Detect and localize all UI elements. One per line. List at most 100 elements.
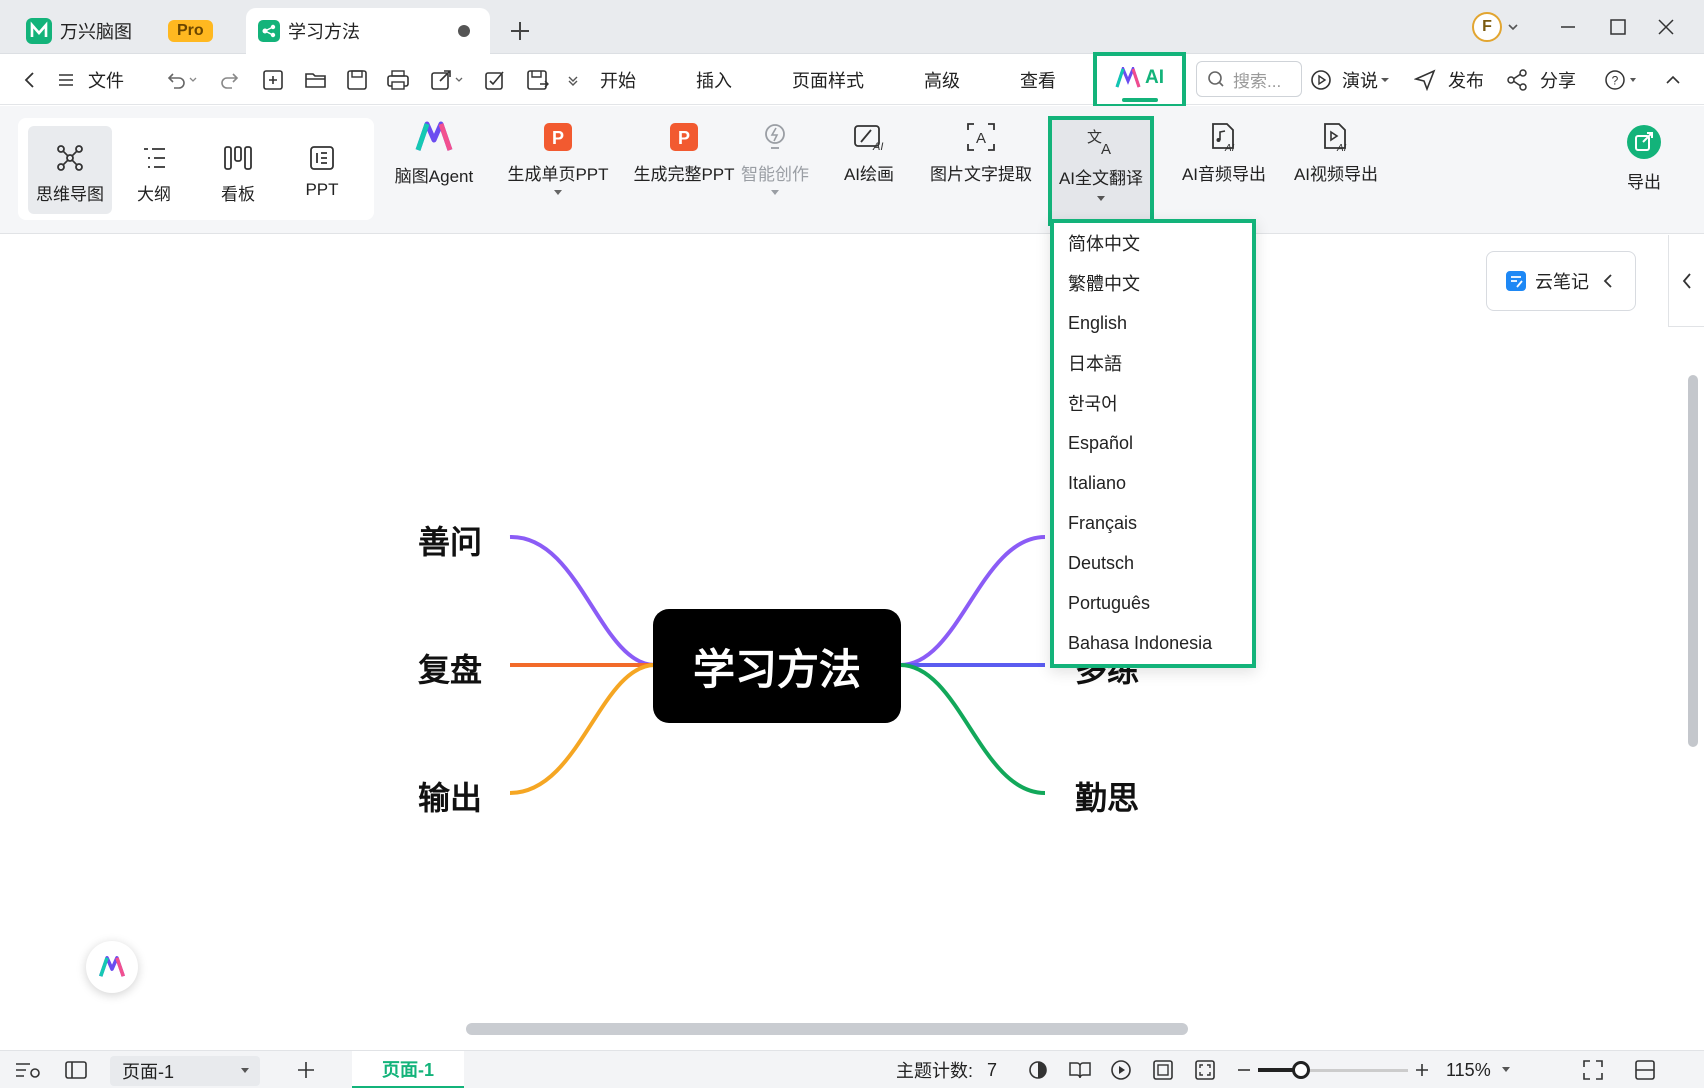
send-icon xyxy=(1414,69,1436,91)
theme-button[interactable] xyxy=(1028,1051,1048,1088)
page-panel-button[interactable] xyxy=(64,1051,88,1088)
view-mindmap-button[interactable]: 思维导图 xyxy=(28,126,112,214)
collapse-ribbon-button[interactable] xyxy=(1664,55,1682,105)
tab-insert[interactable]: 插入 xyxy=(696,55,732,105)
export-menu-button[interactable] xyxy=(430,55,466,105)
agent-logo-icon xyxy=(415,121,453,151)
page-select-value: 页面-1 xyxy=(122,1062,175,1082)
zoom-slider-thumb[interactable] xyxy=(1292,1061,1310,1079)
tab-advanced[interactable]: 高级 xyxy=(924,55,960,105)
single-ppt-label: 生成单页PPT xyxy=(507,165,609,184)
view-kanban-label: 看板 xyxy=(221,185,255,204)
tab-page-style[interactable]: 页面样式 xyxy=(792,55,864,105)
floating-agent-button[interactable] xyxy=(86,941,138,993)
zoom-level-select[interactable]: 115% xyxy=(1446,1051,1511,1088)
location-list-button[interactable] xyxy=(14,1051,42,1088)
save-as-button[interactable] xyxy=(526,55,550,105)
unsaved-dot-icon[interactable] xyxy=(458,25,470,37)
pro-badge[interactable]: Pro xyxy=(168,20,213,42)
mindmap-canvas[interactable]: 学习方法 善问 复盘 输出 多练 勤思 云笔记 xyxy=(0,235,1704,1050)
fit-page-button[interactable] xyxy=(1152,1051,1174,1088)
slideshow-button[interactable] xyxy=(1110,1051,1132,1088)
language-option[interactable]: English xyxy=(1054,303,1252,343)
view-outline-button[interactable]: 大纲 xyxy=(114,144,194,205)
language-option[interactable]: Deutsch xyxy=(1054,543,1252,583)
vertical-scrollbar[interactable] xyxy=(1688,375,1698,747)
share-button[interactable]: 分享 xyxy=(1506,55,1576,105)
back-button[interactable] xyxy=(20,55,40,105)
undo-button[interactable] xyxy=(164,55,198,105)
translate-button[interactable]: 文A AI全文翻译 xyxy=(1048,116,1154,226)
page-tab[interactable]: 页面-1 xyxy=(352,1051,464,1088)
tab-view[interactable]: 查看 xyxy=(1020,55,1056,105)
search-input[interactable]: 搜索... xyxy=(1196,61,1302,97)
collapse-panel-button[interactable] xyxy=(1634,1051,1656,1088)
fullscreen-button[interactable] xyxy=(1582,1051,1604,1088)
view-kanban-button[interactable]: 看板 xyxy=(198,144,278,205)
export-button[interactable]: 导出 xyxy=(1604,124,1684,193)
image-ocr-button[interactable]: A 图片文字提取 xyxy=(922,122,1040,185)
document-tab[interactable]: 学习方法 xyxy=(246,8,490,54)
language-option[interactable]: Español xyxy=(1054,423,1252,463)
topic-fupan[interactable]: 复盘 xyxy=(418,645,482,691)
kanban-icon xyxy=(224,146,252,170)
language-option[interactable]: 简体中文 xyxy=(1054,223,1252,263)
zoom-in-button[interactable] xyxy=(1414,1051,1430,1088)
new-tab-button[interactable] xyxy=(504,8,536,54)
tab-start[interactable]: 开始 xyxy=(600,55,636,105)
language-option[interactable]: 繁體中文 xyxy=(1054,263,1252,303)
chevron-left-icon xyxy=(1682,272,1691,289)
bulb-icon xyxy=(765,124,785,149)
video-export-button[interactable]: AI AI视频导出 xyxy=(1286,122,1386,185)
topic-shanwen[interactable]: 善问 xyxy=(418,517,482,563)
ppt-file-icon: P xyxy=(670,123,698,151)
help-button[interactable]: ? xyxy=(1604,55,1640,105)
view-ppt-button[interactable]: PPT xyxy=(282,144,362,200)
language-option[interactable]: Français xyxy=(1054,503,1252,543)
present-button[interactable]: 演说 xyxy=(1310,55,1390,105)
page-select[interactable]: 页面-1 xyxy=(110,1056,260,1086)
open-button[interactable] xyxy=(304,55,328,105)
horizontal-scrollbar[interactable] xyxy=(466,1023,1188,1035)
app-home-tab[interactable]: 万兴脑图 Pro xyxy=(14,8,246,54)
help-icon: ? xyxy=(1605,70,1636,90)
save-button[interactable] xyxy=(346,55,368,105)
music-file-icon: AI xyxy=(1212,123,1235,152)
check-button[interactable] xyxy=(484,55,506,105)
print-button[interactable] xyxy=(386,55,410,105)
save-icon xyxy=(347,70,367,90)
single-ppt-button[interactable]: P 生成单页PPT xyxy=(488,122,628,197)
root-topic[interactable]: 学习方法 xyxy=(653,609,901,723)
language-option[interactable]: 한국어 xyxy=(1054,383,1252,423)
language-option[interactable]: 日本語 xyxy=(1054,343,1252,383)
agent-button[interactable]: 脑图Agent xyxy=(378,120,490,187)
fit-screen-button[interactable] xyxy=(1194,1051,1216,1088)
language-option[interactable]: Bahasa Indonesia xyxy=(1054,623,1252,663)
audio-export-button[interactable]: AI AI音频导出 xyxy=(1176,122,1272,185)
close-button[interactable] xyxy=(1644,10,1688,44)
minimize-button[interactable] xyxy=(1546,10,1590,44)
maximize-button[interactable] xyxy=(1596,10,1640,44)
cloud-notes-button[interactable]: 云笔记 xyxy=(1486,251,1636,311)
topic-shuchu[interactable]: 输出 xyxy=(418,773,482,819)
ppt-file-icon: P xyxy=(544,123,572,151)
smart-create-button[interactable]: 智能创作 xyxy=(730,122,820,197)
save-export-icon xyxy=(527,70,549,90)
topic-qinsi[interactable]: 勤思 xyxy=(1075,773,1139,819)
language-option[interactable]: Italiano xyxy=(1054,463,1252,503)
account-button[interactable]: F xyxy=(1464,10,1528,44)
add-page-button[interactable] xyxy=(296,1051,316,1088)
zoom-slider[interactable] xyxy=(1258,1051,1408,1088)
right-panel-toggle[interactable] xyxy=(1668,235,1704,327)
new-button[interactable] xyxy=(262,55,284,105)
zoom-out-button[interactable] xyxy=(1236,1051,1252,1088)
more-tools-button[interactable] xyxy=(566,55,580,105)
redo-button[interactable] xyxy=(220,55,242,105)
file-menu[interactable]: 文件 xyxy=(56,55,124,105)
language-option[interactable]: Português xyxy=(1054,583,1252,623)
book-view-button[interactable] xyxy=(1068,1051,1092,1088)
ai-draw-button[interactable]: AI AI绘画 xyxy=(826,122,912,185)
note-icon xyxy=(1506,271,1526,291)
publish-button[interactable]: 发布 xyxy=(1414,55,1484,105)
tab-ai[interactable]: AI xyxy=(1093,52,1186,108)
